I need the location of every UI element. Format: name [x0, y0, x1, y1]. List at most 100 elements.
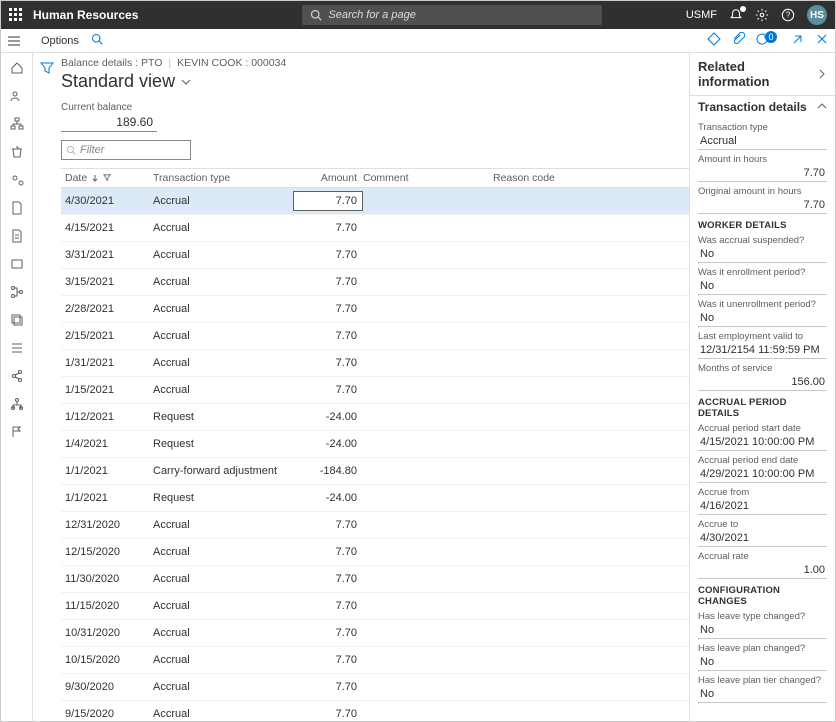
amount-hours-value: 7.70	[698, 165, 827, 182]
user-avatar[interactable]: HS	[807, 5, 827, 25]
cell-amount[interactable]: 7.70	[293, 681, 363, 693]
cell-amount[interactable]: -184.80	[293, 465, 363, 477]
cell-amount[interactable]: 7.70	[293, 276, 363, 288]
app-launcher-icon[interactable]	[9, 8, 23, 22]
cell-amount[interactable]: -24.00	[293, 411, 363, 423]
attach-icon[interactable]	[731, 32, 745, 49]
nav-flag-icon[interactable]	[10, 425, 24, 439]
filter-pane-toggle[interactable]	[33, 53, 61, 721]
cell-amount[interactable]: 7.70	[293, 573, 363, 585]
cell-amount[interactable]: -24.00	[293, 438, 363, 450]
accrue-to-label: Accrue to	[698, 519, 827, 530]
table-row[interactable]: 4/30/2021Accrual7.70	[61, 188, 689, 215]
col-date[interactable]: Date	[61, 172, 153, 184]
cell-amount[interactable]: 7.70	[293, 654, 363, 666]
table-row[interactable]: 1/1/2021Request-24.00	[61, 485, 689, 512]
nav-badge-icon[interactable]	[10, 257, 24, 271]
popout-icon[interactable]	[791, 32, 805, 49]
nav-home-icon[interactable]	[10, 61, 24, 75]
refresh-icon[interactable]: 0	[755, 32, 781, 49]
table-row[interactable]: 9/15/2020Accrual7.70	[61, 701, 689, 721]
company-picker[interactable]: USMF	[686, 9, 717, 21]
leave-plan-label: Has leave plan changed?	[698, 643, 827, 654]
close-icon[interactable]	[815, 32, 829, 49]
table-row[interactable]: 11/30/2020Accrual7.70	[61, 566, 689, 593]
cell-date: 1/4/2021	[61, 438, 153, 450]
cell-amount[interactable]: 7.70	[293, 519, 363, 531]
table-row[interactable]: 11/15/2020Accrual7.70	[61, 593, 689, 620]
settings-icon[interactable]	[755, 8, 769, 22]
chevron-right-icon[interactable]	[817, 67, 827, 82]
nav-list-icon[interactable]	[10, 341, 24, 355]
nav-tree-icon[interactable]	[10, 285, 24, 299]
cell-type: Request	[153, 411, 293, 423]
table-row[interactable]: 1/15/2021Accrual7.70	[61, 377, 689, 404]
table-row[interactable]: 1/31/2021Accrual7.70	[61, 350, 689, 377]
table-row[interactable]: 3/31/2021Accrual7.70	[61, 242, 689, 269]
table-row[interactable]: 1/4/2021Request-24.00	[61, 431, 689, 458]
nav-stack-icon[interactable]	[10, 313, 24, 327]
months-value: 156.00	[698, 374, 827, 391]
cell-type: Accrual	[153, 681, 293, 693]
cell-amount[interactable]: 7.70	[293, 600, 363, 612]
table-row[interactable]: 2/15/2021Accrual7.70	[61, 323, 689, 350]
unenroll-label: Was it unenrollment period?	[698, 299, 827, 310]
global-search[interactable]: Search for a page	[302, 5, 602, 25]
nav-share-icon[interactable]	[10, 369, 24, 383]
options-search-icon[interactable]	[91, 33, 103, 48]
cell-amount[interactable]: 7.70	[293, 222, 363, 234]
table-row[interactable]: 4/15/2021Accrual7.70	[61, 215, 689, 242]
help-icon[interactable]: ?	[781, 8, 795, 22]
table-row[interactable]: 10/31/2020Accrual7.70	[61, 620, 689, 647]
col-comment[interactable]: Comment	[363, 172, 493, 184]
cell-amount[interactable]: 7.70	[293, 303, 363, 315]
cell-amount[interactable]: 7.70	[293, 546, 363, 558]
app-title: Human Resources	[33, 8, 138, 22]
chevron-up-icon[interactable]	[817, 100, 827, 114]
cell-amount[interactable]: 7.70	[293, 708, 363, 720]
cell-date: 3/15/2021	[61, 276, 153, 288]
nav-doc2-icon[interactable]	[10, 229, 24, 243]
options-menu[interactable]: Options	[41, 35, 79, 47]
nav-org-icon[interactable]	[10, 117, 24, 131]
cell-amount[interactable]: 7.70	[293, 627, 363, 639]
cell-amount[interactable]: 7.70	[293, 384, 363, 396]
cell-amount[interactable]: 7.70	[293, 191, 363, 211]
cell-amount[interactable]: -24.00	[293, 492, 363, 504]
col-amount[interactable]: Amount	[293, 172, 363, 184]
leave-type-label: Has leave type changed?	[698, 611, 827, 622]
transaction-details-title[interactable]: Transaction details	[698, 100, 807, 114]
diamond-icon[interactable]	[707, 32, 721, 49]
table-row[interactable]: 1/1/2021Carry-forward adjustment-184.80	[61, 458, 689, 485]
nav-doc-icon[interactable]	[10, 201, 24, 215]
related-title: Related information	[698, 59, 817, 89]
table-row[interactable]: 9/30/2020Accrual7.70	[61, 674, 689, 701]
nav-people-icon[interactable]	[10, 89, 24, 103]
nav-toggle-icon[interactable]	[7, 34, 21, 48]
current-balance-value: 189.60	[61, 113, 157, 132]
table-row[interactable]: 10/15/2020Accrual7.70	[61, 647, 689, 674]
table-row[interactable]: 2/28/2021Accrual7.70	[61, 296, 689, 323]
notifications-icon[interactable]	[729, 8, 743, 22]
col-reason[interactable]: Reason code	[493, 172, 593, 184]
nav-hierarchy-icon[interactable]	[10, 397, 24, 411]
table-row[interactable]: 3/15/2021Accrual7.70	[61, 269, 689, 296]
nav-person-settings-icon[interactable]	[10, 173, 24, 187]
col-type[interactable]: Transaction type	[153, 172, 293, 184]
cell-amount[interactable]: 7.70	[293, 330, 363, 342]
grid-filter-input[interactable]: Filter	[61, 140, 191, 160]
page-title[interactable]: Standard view	[61, 71, 175, 92]
chevron-down-icon[interactable]	[181, 76, 191, 90]
nav-trash-icon[interactable]	[10, 145, 24, 159]
cell-type: Accrual	[153, 303, 293, 315]
cell-amount[interactable]: 7.70	[293, 357, 363, 369]
refresh-badge: 0	[765, 31, 777, 43]
table-row[interactable]: 1/12/2021Request-24.00	[61, 404, 689, 431]
cell-date: 12/31/2020	[61, 519, 153, 531]
search-icon	[66, 145, 76, 155]
table-row[interactable]: 12/31/2020Accrual7.70	[61, 512, 689, 539]
grid-header: Date Transaction type Amount Comment Rea…	[61, 168, 689, 188]
table-row[interactable]: 12/15/2020Accrual7.70	[61, 539, 689, 566]
cell-amount[interactable]: 7.70	[293, 249, 363, 261]
orig-amount-label: Original amount in hours	[698, 186, 827, 197]
